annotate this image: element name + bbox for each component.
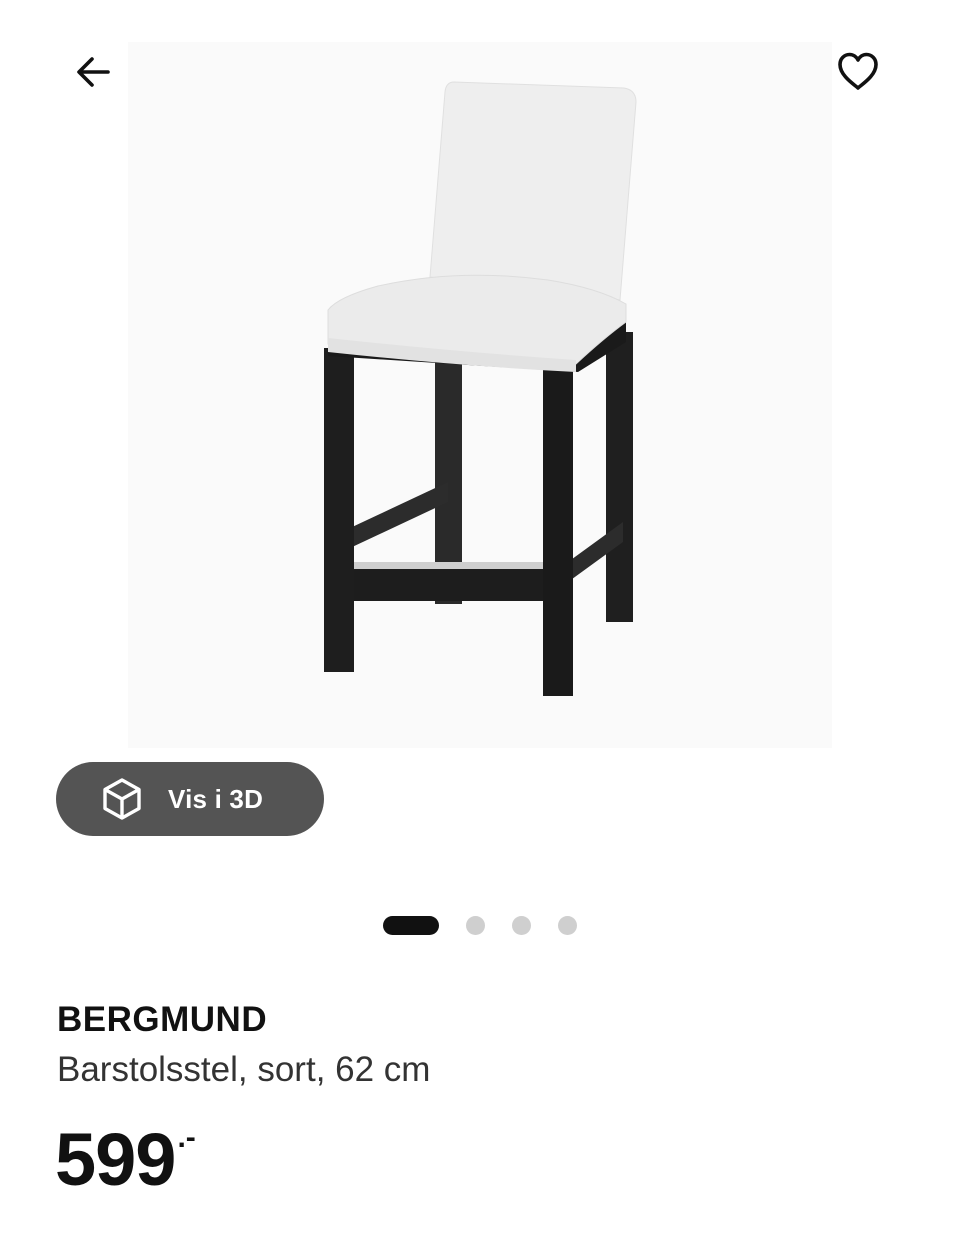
price-integer: 599 — [55, 1118, 176, 1201]
carousel-dot[interactable] — [466, 915, 485, 935]
product-name: BERGMUND — [57, 1000, 268, 1039]
cube-icon — [98, 775, 146, 823]
product-description: Barstolsstel, sort, 62 cm — [57, 1050, 431, 1089]
arrow-left-icon — [72, 50, 116, 99]
price-suffix: .- — [177, 1121, 196, 1154]
chair-illustration — [324, 81, 637, 696]
view-in-3d-label: Vis i 3D — [168, 783, 264, 814]
back-button[interactable] — [56, 36, 132, 112]
product-image[interactable] — [128, 42, 832, 748]
view-in-3d-button[interactable]: Vis i 3D — [56, 762, 324, 836]
heart-outline-icon — [835, 49, 881, 100]
carousel-indicator — [383, 915, 577, 935]
carousel-dot[interactable] — [558, 915, 577, 935]
carousel-dot[interactable] — [512, 915, 531, 935]
product-price: 599 .- — [55, 1118, 196, 1202]
carousel-dot-active[interactable] — [383, 915, 439, 935]
